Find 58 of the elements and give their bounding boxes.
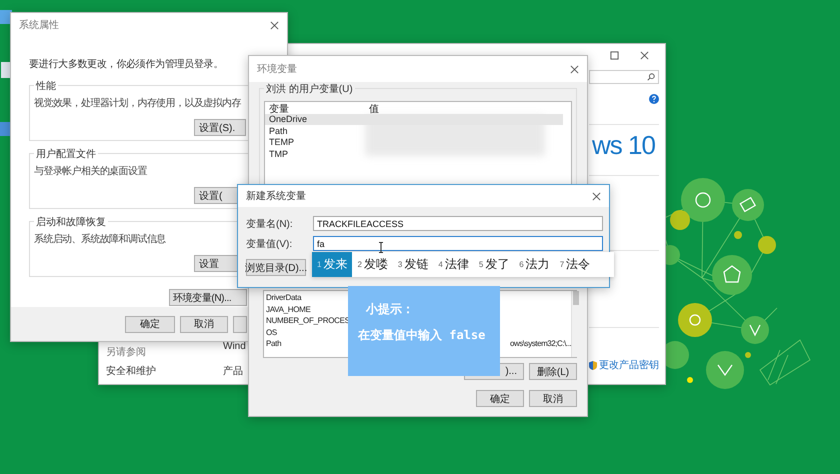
variable-row[interactable]: TEMP	[265, 136, 563, 148]
environment-variables-button[interactable]: 环境变量(N)...	[169, 289, 247, 306]
ime-candidate[interactable]: 3 发链	[392, 252, 434, 277]
settings-button[interactable]: 设置(S).	[194, 119, 246, 136]
list-button[interactable]: 删除(L)	[529, 363, 577, 380]
ime-candidate[interactable]: 6 法力	[514, 252, 555, 277]
ime-candidate[interactable]: 4 法律	[433, 252, 474, 277]
ime-candidate[interactable]: 2 发喽	[352, 252, 393, 277]
windows-logo-text: ws 10	[591, 131, 655, 161]
ime-candidate[interactable]: 5 发了	[474, 252, 514, 277]
group-title: 用户配置文件	[34, 147, 98, 161]
variable-value[interactable]: ows\system32;C:\...	[510, 339, 572, 348]
dialog-button[interactable]: 取消	[529, 390, 577, 407]
admin-notice: 要进行大多数更改，你必须作为管理员登录。	[29, 58, 224, 71]
tip-title: 小提示：	[364, 301, 415, 318]
variable-row[interactable]: TMP	[265, 148, 563, 160]
maximize-icon[interactable]	[610, 50, 619, 60]
column-header[interactable]: 变量	[265, 102, 365, 116]
variable-name[interactable]: NUMBER_OF_PROCES	[264, 316, 350, 326]
ime-candidate[interactable]: 1 发来	[312, 252, 352, 277]
help-icon[interactable]	[649, 94, 659, 104]
group-description: 系统启动、系统故障和调试信息	[34, 232, 166, 246]
search-field[interactable]	[589, 70, 659, 84]
variable-row[interactable]: Path	[265, 125, 563, 136]
browse-button[interactable]: 浏览目录(D)...	[246, 259, 306, 276]
group-description: 与登录帐户相关的桌面设置	[34, 164, 147, 178]
group-title: 性能	[34, 79, 58, 93]
variable-name[interactable]: JAVA_HOME	[264, 304, 311, 314]
product-label: 产品	[223, 364, 244, 378]
search-icon	[647, 73, 655, 81]
security-link[interactable]: 安全和维护	[106, 364, 223, 378]
group-title: 刘洪 的用户变量(U)	[264, 82, 355, 96]
group-description: 视觉效果，处理器计划，内存使用，以及虚拟内存	[34, 96, 241, 110]
column-header[interactable]: 值	[365, 102, 563, 116]
text-cursor-icon	[378, 242, 384, 253]
variable-name-field[interactable]: TRACKFILEACCESS	[313, 216, 603, 231]
close-icon[interactable]	[592, 192, 601, 200]
variable-name[interactable]: OS	[264, 328, 277, 337]
variable-name[interactable]: DriverData	[264, 293, 302, 302]
close-icon[interactable]	[270, 20, 279, 30]
scrollbar[interactable]	[571, 291, 580, 357]
shield-icon	[589, 360, 597, 370]
variable-value-field[interactable]: fa	[313, 236, 603, 251]
tip-text: 在变量值中输入 false	[358, 327, 486, 344]
dialog-button[interactable]: 确定	[476, 390, 524, 407]
close-icon[interactable]	[640, 50, 649, 60]
see-also-heading: 另请参阅	[106, 346, 147, 359]
window-title: 环境变量	[257, 62, 297, 76]
product-key-link[interactable]: 更改产品密钥	[599, 358, 659, 372]
window-title: 系统属性	[19, 18, 59, 32]
group-title: 启动和故障恢复	[34, 215, 108, 229]
ime-candidate[interactable]: 7 法令	[554, 252, 596, 277]
windows-label: Wind	[223, 341, 246, 352]
variable-name[interactable]: Path	[264, 339, 282, 348]
close-icon[interactable]	[570, 64, 579, 74]
dialog-button[interactable]: 取消	[180, 316, 228, 332]
dialog-button[interactable]: 确定	[125, 316, 175, 332]
variable-row[interactable]: OneDrive	[265, 114, 563, 125]
